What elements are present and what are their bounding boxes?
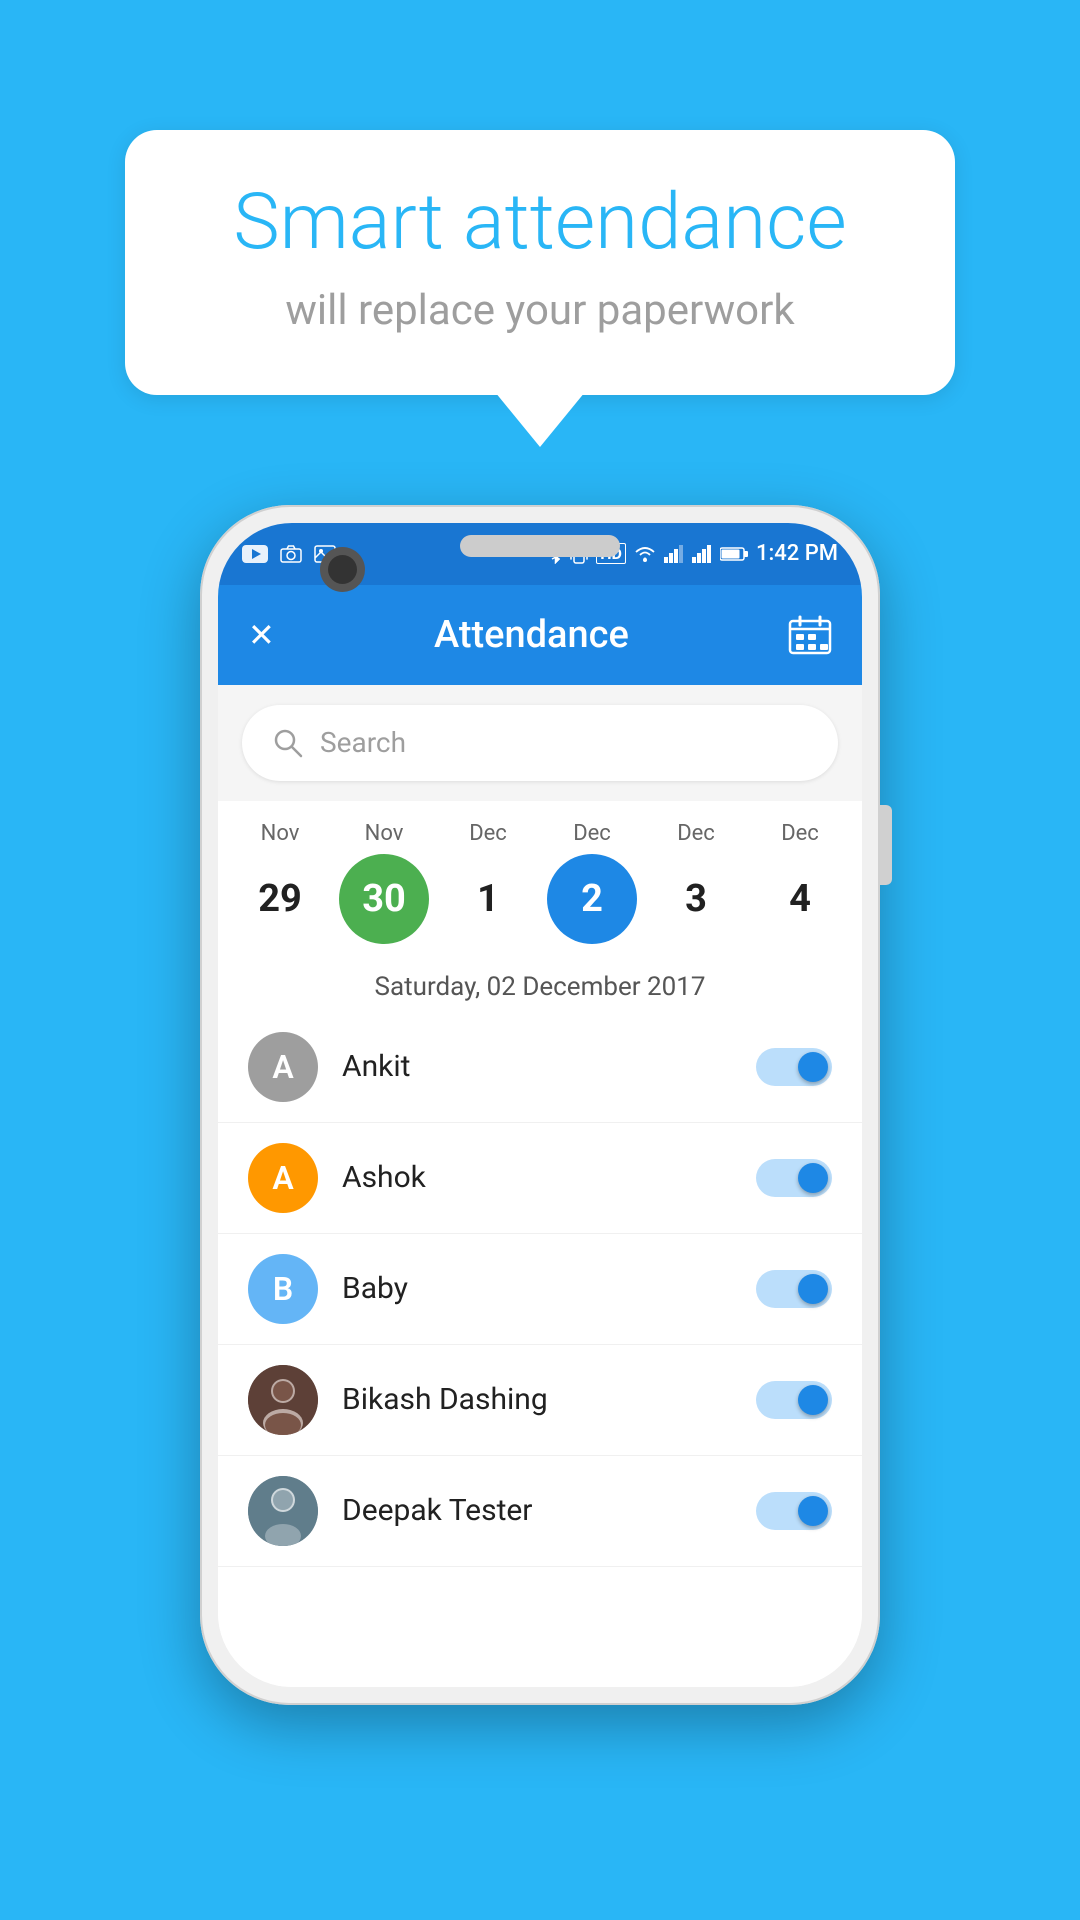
list-item: A Ashok (218, 1123, 862, 1234)
person-name-deepak: Deepak Tester (342, 1493, 732, 1528)
avatar-ankit: A (248, 1032, 318, 1102)
month-1: Nov (339, 821, 429, 846)
app-bar-title: Attendance (434, 613, 629, 657)
toggle-bikash[interactable] (756, 1381, 832, 1419)
day-29[interactable]: 29 (235, 854, 325, 944)
person-name-bikash: Bikash Dashing (342, 1382, 732, 1417)
day-30[interactable]: 30 (339, 854, 429, 944)
day-3[interactable]: 3 (651, 854, 741, 944)
avatar-ashok: A (248, 1143, 318, 1213)
bubble-subtitle: will replace your paperwork (195, 286, 885, 335)
list-item: Bikash Dashing (218, 1345, 862, 1456)
battery-icon (720, 545, 748, 563)
avatar-baby: B (248, 1254, 318, 1324)
avatar-deepak (248, 1476, 318, 1546)
app-bar: ✕ Attendance (218, 585, 862, 685)
person-name-ankit: Ankit (342, 1049, 732, 1084)
phone-outer: HD (200, 505, 880, 1705)
avatar-bikash (248, 1365, 318, 1435)
status-time: 1:42 PM (756, 541, 838, 566)
wifi-icon (634, 545, 656, 563)
photo-deepak (248, 1476, 318, 1546)
toggle-ankit[interactable] (756, 1048, 832, 1086)
phone-side-button (880, 805, 892, 885)
day-4[interactable]: 4 (755, 854, 845, 944)
day-2-selected[interactable]: 2 (547, 854, 637, 944)
month-4: Dec (651, 821, 741, 846)
close-button[interactable]: ✕ (248, 616, 275, 654)
toggle-deepak[interactable] (756, 1492, 832, 1530)
toggle-baby[interactable] (756, 1270, 832, 1308)
phone-mockup: HD (200, 505, 880, 1705)
search-input[interactable]: Search (320, 726, 406, 759)
month-2: Dec (443, 821, 533, 846)
phone-speaker (460, 535, 620, 557)
bubble-title: Smart attendance (195, 180, 885, 266)
month-3: Dec (547, 821, 637, 846)
calendar-days-row: 29 30 1 2 3 4 (228, 854, 852, 944)
toggle-ashok[interactable] (756, 1159, 832, 1197)
month-0: Nov (235, 821, 325, 846)
month-5: Dec (755, 821, 845, 846)
phone-camera (320, 547, 365, 592)
calendar-icon[interactable] (788, 615, 832, 655)
day-1[interactable]: 1 (443, 854, 533, 944)
photo-bikash (248, 1365, 318, 1435)
list-item: A Ankit (218, 1012, 862, 1123)
person-name-baby: Baby (342, 1271, 732, 1306)
youtube-icon (242, 545, 268, 563)
signal-icon (664, 545, 684, 563)
camera-status-icon (280, 545, 302, 563)
search-container: Search (218, 685, 862, 801)
attendance-list: A Ankit A Ashok B Baby (218, 1012, 862, 1687)
person-name-ashok: Ashok (342, 1160, 732, 1195)
signal2-icon (692, 545, 712, 563)
phone-screen: HD (218, 523, 862, 1687)
list-item: B Baby (218, 1234, 862, 1345)
search-bar[interactable]: Search (242, 705, 838, 781)
selected-date-label: Saturday, 02 December 2017 (218, 954, 862, 1012)
list-item: Deepak Tester (218, 1456, 862, 1567)
calendar-strip: Nov Nov Dec Dec Dec Dec 29 30 1 2 3 4 (218, 801, 862, 954)
search-icon (272, 727, 304, 759)
calendar-months-row: Nov Nov Dec Dec Dec Dec (228, 821, 852, 846)
speech-bubble: Smart attendance will replace your paper… (125, 130, 955, 395)
